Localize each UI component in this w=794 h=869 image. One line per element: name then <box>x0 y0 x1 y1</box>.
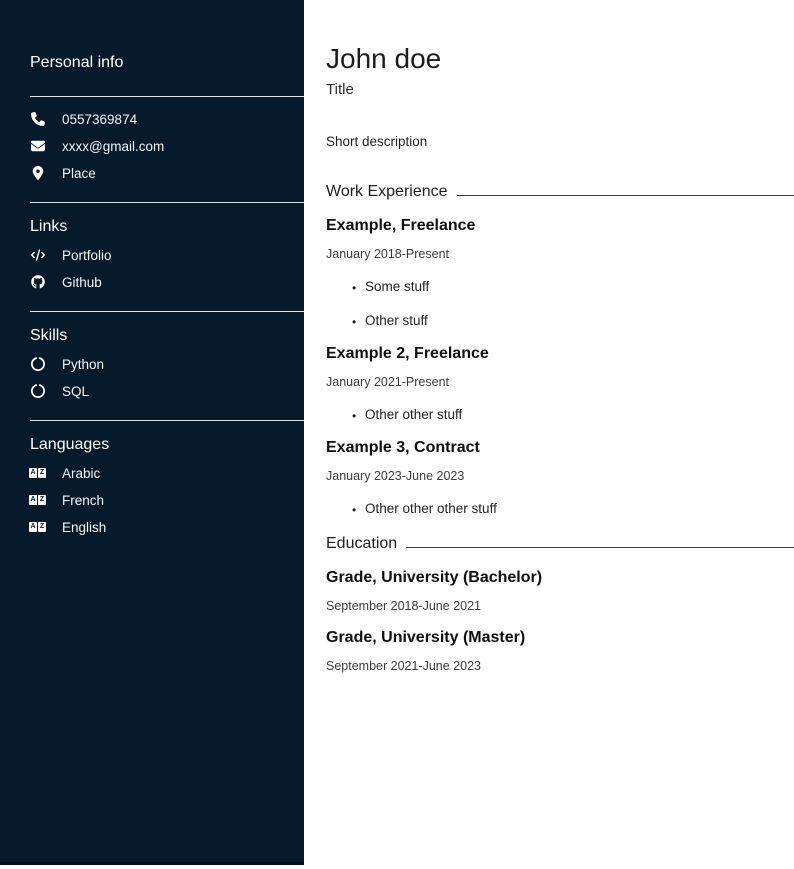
section-education: Education Grade, University (Bachelor) Sep… <box>326 534 794 673</box>
sidebar-item-label: Portfolio <box>62 248 112 263</box>
sidebar-item-arabic: AZ Arabic <box>30 465 304 481</box>
sidebar-item-label: Place <box>62 166 96 181</box>
entry-date: September 2018-June 2021 <box>326 599 794 613</box>
language-icon: AZ <box>30 466 45 481</box>
main-content: John doe Title Short description Work Ex… <box>304 0 794 869</box>
entry-bullets: Other other stuff <box>326 407 794 423</box>
sidebar-item-portfolio[interactable]: Portfolio <box>30 247 304 263</box>
main-sections: Work Experience Example, Freelance January… <box>326 182 794 673</box>
entry-example-2-freelance: Example 2, Freelance January 2021-Present… <box>326 344 794 423</box>
language-icon: AZ <box>30 520 45 535</box>
sidebar-divider <box>30 311 304 312</box>
sidebar-item-english: AZ English <box>30 519 304 535</box>
short-description: Short description <box>326 134 794 150</box>
circle-notch-icon <box>30 357 45 372</box>
entry-title: Example, Freelance <box>326 216 794 235</box>
sidebar-item-python: Python <box>30 356 304 372</box>
sidebar-item-label: Python <box>62 357 104 372</box>
sidebar-item-label: Github <box>62 275 102 290</box>
language-icon: AZ <box>30 493 45 508</box>
bullet-item: Other other stuff <box>352 407 794 423</box>
sidebar: Personal info 0557369874 xxxx@gmail.com Pla… <box>0 0 304 865</box>
section-rule <box>406 547 794 548</box>
section-title: Education <box>326 534 397 553</box>
bullet-item: Other stuff <box>352 313 794 329</box>
sidebar-item-french: AZ French <box>30 492 304 508</box>
entry-date: January 2023-June 2023 <box>326 469 794 483</box>
sidebar-section-title-languages: Languages <box>30 435 304 454</box>
sidebar-item-label: 0557369874 <box>62 112 137 127</box>
entry-title: Grade, University (Bachelor) <box>326 568 794 587</box>
entry-date: January 2021-Present <box>326 375 794 389</box>
sidebar-divider <box>30 202 304 203</box>
resume-page: Personal info 0557369874 xxxx@gmail.com Pla… <box>0 0 794 869</box>
entry-title: Example 2, Freelance <box>326 344 794 363</box>
sidebar-divider <box>30 420 304 421</box>
sidebar-section-title-personal-info: Personal info <box>30 53 304 72</box>
section-header: Work Experience <box>326 182 794 201</box>
circle-notch-icon <box>30 384 45 399</box>
envelope-icon <box>30 139 45 154</box>
sidebar-item-label: Arabic <box>62 466 100 481</box>
section-work-experience: Work Experience Example, Freelance January… <box>326 182 794 517</box>
entry-bullets: Some stuff Other stuff <box>326 279 794 329</box>
sidebar-title-underline <box>30 96 304 97</box>
entry-bullets: Other other other stuff <box>326 501 794 517</box>
sidebar-item-xxxx-gmail-com: xxxx@gmail.com <box>30 138 304 154</box>
entry-grade-university-master: Grade, University (Master) September 2021… <box>326 628 794 673</box>
sidebar-item-label: xxxx@gmail.com <box>62 139 164 154</box>
entry-title: Grade, University (Master) <box>326 628 794 647</box>
entry-title: Example 3, Contract <box>326 438 794 457</box>
sidebar-item-label: SQL <box>62 384 89 399</box>
job-title: Title <box>326 81 794 99</box>
entry-example-freelance: Example, Freelance January 2018-Present So… <box>326 216 794 329</box>
section-title: Work Experience <box>326 182 448 201</box>
entry-grade-university-bachelor: Grade, University (Bachelor) September 20… <box>326 568 794 613</box>
section-header: Education <box>326 534 794 553</box>
phone-icon <box>30 112 45 127</box>
entry-example-3-contract: Example 3, Contract January 2023-June 202… <box>326 438 794 517</box>
sidebar-sections: Personal info 0557369874 xxxx@gmail.com Pla… <box>30 53 304 535</box>
sidebar-section-title-links: Links <box>30 217 304 236</box>
person-name: John doe <box>326 42 794 75</box>
entry-date: September 2021-June 2023 <box>326 659 794 673</box>
entry-date: January 2018-Present <box>326 247 794 261</box>
github-icon <box>30 275 45 290</box>
location-icon <box>30 166 45 181</box>
sidebar-item-0557369874: 0557369874 <box>30 111 304 127</box>
sidebar-item-label: English <box>62 520 106 535</box>
sidebar-item-label: French <box>62 493 104 508</box>
section-rule <box>457 195 794 196</box>
bullet-item: Other other other stuff <box>352 501 794 517</box>
bullet-item: Some stuff <box>352 279 794 295</box>
code-icon <box>30 248 45 263</box>
sidebar-section-title-skills: Skills <box>30 326 304 345</box>
sidebar-item-place: Place <box>30 165 304 181</box>
sidebar-item-github[interactable]: Github <box>30 274 304 290</box>
sidebar-item-sql: SQL <box>30 383 304 399</box>
